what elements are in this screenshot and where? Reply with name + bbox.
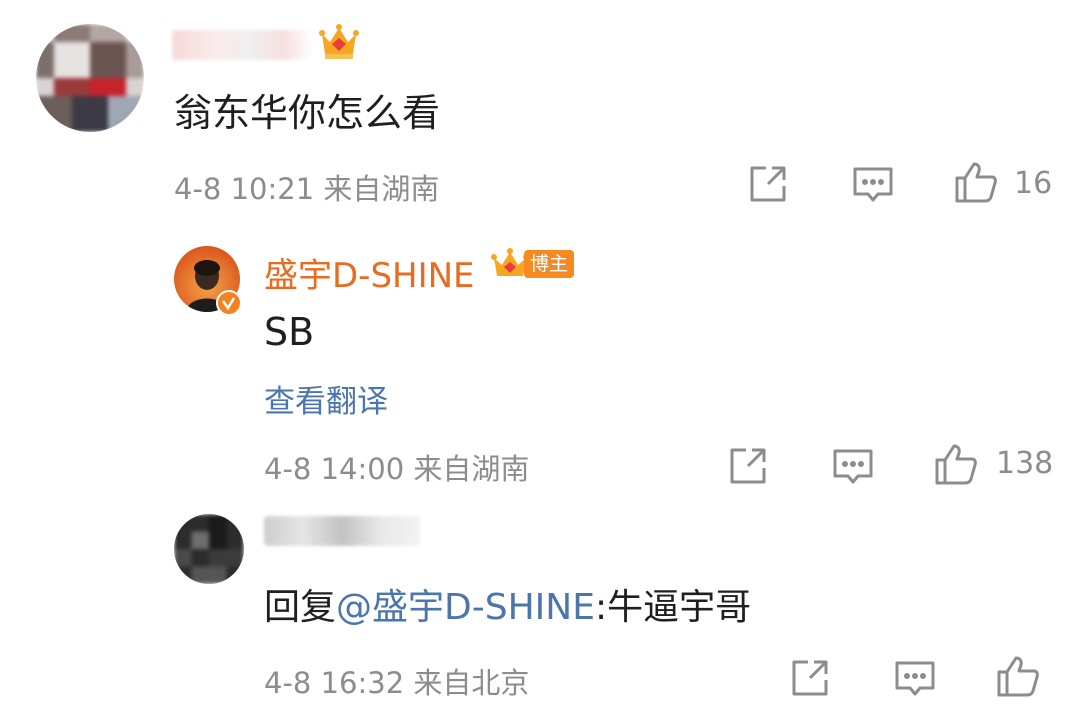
reply-body: :牛逼宇哥 [594, 587, 752, 628]
comment-meta: 4-8 10:21 来自湖南 [174, 172, 440, 206]
comment-icon[interactable] [894, 660, 936, 700]
author-name[interactable]: 盛宇D-SHINE [264, 248, 475, 297]
replier-avatar[interactable] [174, 514, 244, 584]
like-icon[interactable] [996, 654, 1040, 698]
reply-meta: 4-8 16:32 来自北京 [264, 666, 530, 700]
blogger-badge: 博主 [490, 246, 575, 282]
commenter-avatar[interactable] [36, 24, 144, 132]
translate-link[interactable]: 查看翻译 [264, 376, 388, 421]
comment-icon[interactable] [852, 166, 894, 206]
crown-badge-icon [316, 20, 362, 62]
like-icon[interactable] [954, 160, 998, 204]
commenter-name-blurred[interactable] [172, 30, 312, 60]
share-icon[interactable] [790, 658, 830, 698]
reply-text: SB [264, 310, 315, 354]
comment-text: 翁东华你怎么看 [174, 91, 441, 135]
reply-text: 回复@盛宇D-SHINE:牛逼宇哥 [264, 578, 751, 630]
like-icon[interactable] [934, 442, 978, 486]
comment-icon[interactable] [832, 448, 874, 488]
like-count: 138 [996, 446, 1054, 481]
share-icon[interactable] [748, 164, 788, 204]
verified-icon [216, 290, 242, 316]
replier-name-blurred[interactable] [264, 516, 420, 546]
share-icon[interactable] [728, 446, 768, 486]
reply-meta: 4-8 14:00 来自湖南 [264, 452, 530, 486]
blogger-badge-label: 博主 [524, 250, 575, 278]
reply-prefix: 回复 [264, 587, 337, 628]
mention-link[interactable]: @盛宇D-SHINE [336, 587, 595, 628]
like-count: 16 [1014, 166, 1053, 201]
